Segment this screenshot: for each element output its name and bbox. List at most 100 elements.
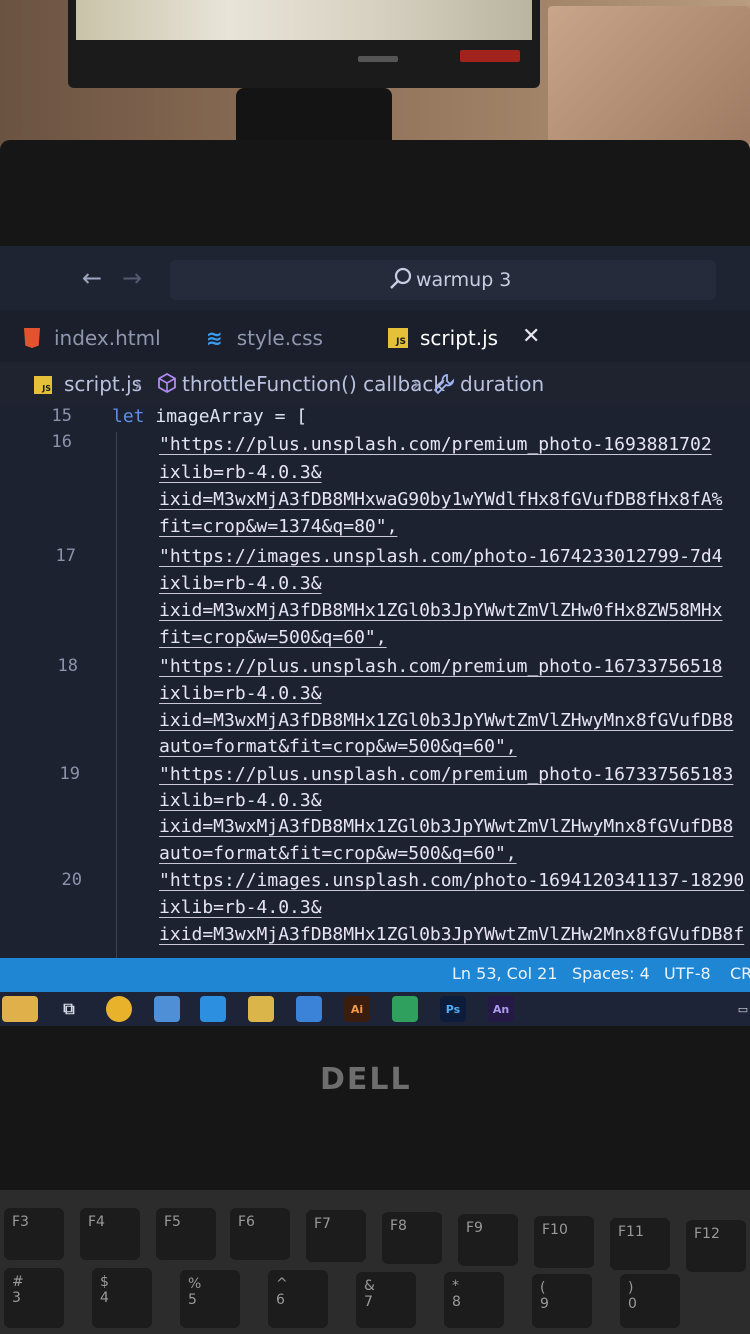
key-symbol: # xyxy=(12,1274,24,1290)
code-line: "https://plus.unsplash.com/premium_photo… xyxy=(159,656,723,677)
breadcrumb-file[interactable]: script.js xyxy=(64,372,142,396)
key-symbol: ) xyxy=(628,1280,634,1296)
laptop-screen: ← → warmup 3 index.html ≋ style.css JS s… xyxy=(0,246,750,1026)
tab-style-css[interactable]: ≋ style.css xyxy=(206,318,323,358)
notifications-icon[interactable]: ▭ xyxy=(736,996,750,1022)
code-line: ixid=M3wxMjA3fDB8MHx1ZGl0b3JpYWwtZmVlZHw… xyxy=(159,600,723,621)
code-line: auto=format&fit=crop&w=500&q=60", xyxy=(159,736,517,757)
code-line: ixlib=rb-4.0.3& xyxy=(159,790,322,811)
number-key: ) 0 xyxy=(620,1274,680,1328)
spreadsheet-icon[interactable] xyxy=(392,996,418,1022)
command-center-search[interactable]: warmup 3 xyxy=(170,260,716,300)
mail-icon[interactable] xyxy=(154,996,180,1022)
function-key: F6 xyxy=(230,1208,290,1260)
code-line: ixlib=rb-4.0.3& xyxy=(159,897,322,918)
number-key: ^ 6 xyxy=(268,1270,328,1328)
key-digit: 6 xyxy=(276,1292,285,1308)
key-digit: 0 xyxy=(628,1296,637,1312)
function-key: F9 xyxy=(458,1214,518,1266)
js-file-icon: JS xyxy=(34,376,52,394)
code-punctuation: = [ xyxy=(263,406,308,427)
background-box xyxy=(548,6,750,146)
dell-logo: DELL xyxy=(320,1062,412,1097)
chrome-icon[interactable] xyxy=(106,996,132,1022)
number-key: * 8 xyxy=(444,1272,504,1328)
close-tab-icon[interactable]: ✕ xyxy=(522,324,540,349)
code-line: ixlib=rb-4.0.3& xyxy=(159,683,322,704)
keyboard: F3 F4 F5 F6 F7 F8 F9 F10 F11 F12 #3 $4 %… xyxy=(0,1190,750,1334)
breadcrumb: JS script.js › throttleFunction() callba… xyxy=(0,362,750,406)
line-number: 18 xyxy=(57,656,78,676)
tab-index-html[interactable]: index.html xyxy=(24,318,161,358)
key-symbol: * xyxy=(452,1278,459,1294)
function-key: F4 xyxy=(80,1208,140,1260)
number-key: $4 xyxy=(92,1268,152,1328)
status-bar: Ln 53, Col 21 Spaces: 4 UTF-8 CR xyxy=(0,958,750,992)
function-key: F8 xyxy=(382,1212,442,1264)
tab-script-js[interactable]: JS script.js xyxy=(388,318,498,358)
monitor-logo xyxy=(358,56,398,62)
key-digit: 5 xyxy=(188,1292,197,1308)
code-keyword: let xyxy=(112,406,145,427)
function-key: F11 xyxy=(610,1218,670,1270)
code-line: let imageArray = [ xyxy=(112,406,307,427)
monitor-brand-sticker xyxy=(460,50,520,62)
code-line: ixlib=rb-4.0.3& xyxy=(159,573,322,594)
editor-tabs: index.html ≋ style.css JS script.js ✕ xyxy=(0,310,750,362)
tab-label: style.css xyxy=(236,326,323,350)
key-symbol: & xyxy=(364,1278,375,1294)
breadcrumb-function[interactable]: throttleFunction() callback xyxy=(182,372,445,396)
function-key: F5 xyxy=(156,1208,216,1260)
chevron-right-icon: › xyxy=(412,372,420,396)
code-line: fit=crop&w=500&q=60", xyxy=(159,627,387,648)
number-key: (9 xyxy=(532,1274,592,1328)
key-symbol: % xyxy=(188,1276,202,1292)
workspace-name: warmup 3 xyxy=(416,269,512,291)
line-number: 17 xyxy=(55,546,76,566)
line-ending-setting[interactable]: CR xyxy=(730,964,750,983)
file-explorer-icon[interactable] xyxy=(248,996,274,1022)
code-line: "https://plus.unsplash.com/premium_photo… xyxy=(159,764,734,785)
store-icon[interactable] xyxy=(296,996,322,1022)
tab-label: index.html xyxy=(54,326,161,350)
encoding-setting[interactable]: UTF-8 xyxy=(664,964,711,983)
weather-widget-icon[interactable] xyxy=(2,996,38,1022)
function-key: F10 xyxy=(534,1216,594,1268)
code-identifier: imageArray xyxy=(155,406,264,427)
css-file-icon: ≋ xyxy=(206,326,223,350)
task-view-icon[interactable]: ⧉ xyxy=(56,996,82,1022)
photoshop-icon[interactable]: Ps xyxy=(440,996,466,1022)
key-digit: 7 xyxy=(364,1294,373,1310)
breadcrumb-item[interactable]: duration xyxy=(460,372,544,396)
illustrator-icon[interactable]: Ai xyxy=(344,996,370,1022)
function-key: F12 xyxy=(686,1220,746,1272)
key-digit: 9 xyxy=(540,1296,549,1312)
vscode-icon[interactable] xyxy=(200,996,226,1022)
line-number: 15 xyxy=(51,406,72,426)
monitor-screen xyxy=(76,0,532,40)
code-line: ixid=M3wxMjA3fDB8MHxwaG90by1wYWdlfHx8fGV… xyxy=(159,489,723,510)
method-cube-icon xyxy=(158,372,176,394)
webcam-stand xyxy=(236,88,392,144)
indent-guide xyxy=(116,432,117,958)
code-editor[interactable]: 15 16 17 18 19 20 let imageArray = [ "ht… xyxy=(0,406,750,958)
forward-arrow-icon[interactable]: → xyxy=(122,264,142,292)
js-file-icon: JS xyxy=(388,328,408,348)
cursor-position[interactable]: Ln 53, Col 21 xyxy=(452,964,558,983)
taskbar: ⧉ Ai Ps An ▭ xyxy=(0,992,750,1026)
title-bar: ← → warmup 3 xyxy=(0,246,750,310)
key-digit: 8 xyxy=(452,1294,461,1310)
code-line: ixid=M3wxMjA3fDB8MHx1ZGl0b3JpYWwtZmVlZHw… xyxy=(159,924,745,945)
line-number: 20 xyxy=(61,870,82,890)
code-line: "https://images.unsplash.com/photo-16742… xyxy=(159,546,723,567)
number-key: #3 xyxy=(4,1268,64,1328)
code-line: fit=crop&w=1374&q=80", xyxy=(159,516,398,537)
back-arrow-icon[interactable]: ← xyxy=(82,264,102,292)
wrench-icon xyxy=(433,373,455,395)
animate-icon[interactable]: An xyxy=(488,996,514,1022)
indentation-setting[interactable]: Spaces: 4 xyxy=(572,964,650,983)
search-icon xyxy=(390,267,412,289)
code-line: ixid=M3wxMjA3fDB8MHx1ZGl0b3JpYWwtZmVlZHw… xyxy=(159,710,734,731)
key-symbol: ^ xyxy=(276,1276,288,1292)
key-digit: 3 xyxy=(12,1290,21,1306)
